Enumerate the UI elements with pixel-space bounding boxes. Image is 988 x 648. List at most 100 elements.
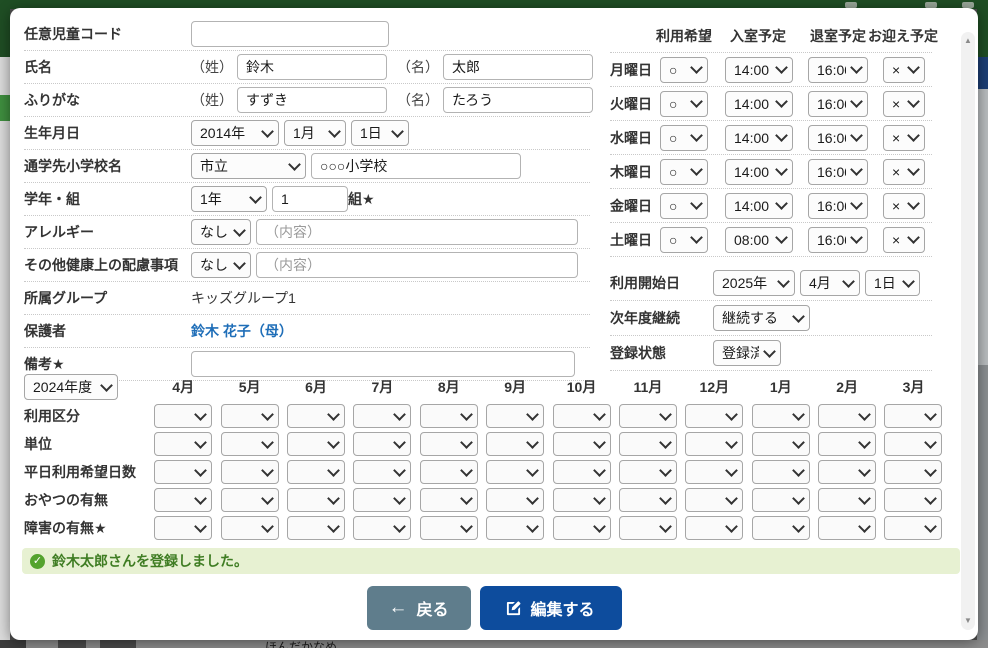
edit-button[interactable]: 編集する: [480, 586, 622, 630]
month-cell-select[interactable]: [154, 488, 212, 512]
class-input[interactable]: [272, 186, 348, 212]
month-cell-select[interactable]: [221, 460, 279, 484]
pickup-select[interactable]: ×: [883, 159, 925, 185]
wish-select[interactable]: ○: [660, 57, 708, 83]
month-cell-select[interactable]: [884, 404, 942, 428]
health-detail-input[interactable]: [256, 252, 578, 278]
month-cell-select[interactable]: [420, 460, 478, 484]
month-cell-select[interactable]: [287, 460, 345, 484]
scroll-down-icon[interactable]: ▼: [961, 617, 975, 625]
month-cell-select[interactable]: [884, 516, 942, 540]
month-cell-select[interactable]: [818, 460, 876, 484]
month-cell-select[interactable]: [420, 516, 478, 540]
month-cell-select[interactable]: [287, 488, 345, 512]
month-cell-select[interactable]: [353, 516, 411, 540]
modal-scrollbar[interactable]: ▲ ▼: [961, 32, 975, 630]
month-cell-select[interactable]: [619, 460, 677, 484]
month-cell-select[interactable]: [752, 460, 810, 484]
leave-time-select[interactable]: 16:00: [808, 57, 868, 83]
back-button[interactable]: ← 戻る: [367, 586, 471, 630]
month-cell-select[interactable]: [752, 516, 810, 540]
month-cell-select[interactable]: [486, 404, 544, 428]
wish-select[interactable]: ○: [660, 159, 708, 185]
wish-select[interactable]: ○: [660, 125, 708, 151]
month-cell-select[interactable]: [353, 432, 411, 456]
month-cell-select[interactable]: [486, 432, 544, 456]
month-cell-select[interactable]: [818, 404, 876, 428]
enter-time-select[interactable]: 14:00: [725, 159, 793, 185]
birth-month-select[interactable]: 1月: [284, 120, 346, 146]
leave-time-select[interactable]: 16:00: [808, 91, 868, 117]
month-cell-select[interactable]: [553, 516, 611, 540]
pickup-select[interactable]: ×: [883, 125, 925, 151]
enter-time-select[interactable]: 14:00: [725, 91, 793, 117]
month-cell-select[interactable]: [486, 516, 544, 540]
leave-time-select[interactable]: 16:00: [808, 193, 868, 219]
enter-time-select[interactable]: 08:00: [725, 227, 793, 253]
month-cell-select[interactable]: [818, 488, 876, 512]
month-cell-select[interactable]: [420, 488, 478, 512]
wish-select[interactable]: ○: [660, 227, 708, 253]
allergy-select[interactable]: なし: [191, 219, 251, 245]
start-year-select[interactable]: 2025年: [713, 270, 795, 296]
leave-time-select[interactable]: 16:00: [808, 227, 868, 253]
month-cell-select[interactable]: [420, 432, 478, 456]
fiscal-year-select[interactable]: 2024年度: [24, 374, 118, 400]
month-cell-select[interactable]: [420, 404, 478, 428]
month-cell-select[interactable]: [553, 460, 611, 484]
start-month-select[interactable]: 4月: [800, 270, 860, 296]
birth-year-select[interactable]: 2014年: [191, 120, 279, 146]
month-cell-select[interactable]: [353, 460, 411, 484]
month-cell-select[interactable]: [154, 516, 212, 540]
month-cell-select[interactable]: [619, 432, 677, 456]
birth-day-select[interactable]: 1日: [351, 120, 409, 146]
month-cell-select[interactable]: [884, 488, 942, 512]
month-cell-select[interactable]: [287, 432, 345, 456]
month-cell-select[interactable]: [685, 488, 743, 512]
month-cell-select[interactable]: [685, 460, 743, 484]
month-cell-select[interactable]: [884, 460, 942, 484]
month-cell-select[interactable]: [154, 404, 212, 428]
status-select[interactable]: 登録済: [713, 340, 781, 366]
furigana-surname-input[interactable]: [237, 87, 387, 113]
month-cell-select[interactable]: [553, 432, 611, 456]
guardian-link[interactable]: 鈴木 花子（母）: [191, 321, 293, 341]
leave-time-select[interactable]: 16:00: [808, 125, 868, 151]
pickup-select[interactable]: ×: [883, 57, 925, 83]
month-cell-select[interactable]: [221, 432, 279, 456]
pickup-select[interactable]: ×: [883, 91, 925, 117]
month-cell-select[interactable]: [287, 516, 345, 540]
month-cell-select[interactable]: [287, 404, 345, 428]
leave-time-select[interactable]: 16:00: [808, 159, 868, 185]
month-cell-select[interactable]: [486, 488, 544, 512]
month-cell-select[interactable]: [353, 488, 411, 512]
givenname-input[interactable]: [443, 54, 593, 80]
wish-select[interactable]: ○: [660, 91, 708, 117]
pickup-select[interactable]: ×: [883, 193, 925, 219]
month-cell-select[interactable]: [619, 516, 677, 540]
start-day-select[interactable]: 1日: [865, 270, 920, 296]
school-name-input[interactable]: [311, 153, 521, 179]
pickup-select[interactable]: ×: [883, 227, 925, 253]
month-cell-select[interactable]: [818, 432, 876, 456]
month-cell-select[interactable]: [752, 432, 810, 456]
month-cell-select[interactable]: [619, 488, 677, 512]
month-cell-select[interactable]: [221, 516, 279, 540]
month-cell-select[interactable]: [752, 404, 810, 428]
month-cell-select[interactable]: [553, 404, 611, 428]
month-cell-select[interactable]: [818, 516, 876, 540]
month-cell-select[interactable]: [221, 488, 279, 512]
month-cell-select[interactable]: [752, 488, 810, 512]
month-cell-select[interactable]: [685, 516, 743, 540]
scroll-up-icon[interactable]: ▲: [961, 37, 975, 45]
month-cell-select[interactable]: [353, 404, 411, 428]
allergy-detail-input[interactable]: [256, 219, 578, 245]
continuation-select[interactable]: 継続する: [713, 305, 810, 331]
child-code-input[interactable]: [191, 21, 389, 47]
school-type-select[interactable]: 市立: [191, 153, 306, 179]
month-cell-select[interactable]: [685, 404, 743, 428]
enter-time-select[interactable]: 14:00: [725, 193, 793, 219]
month-cell-select[interactable]: [685, 432, 743, 456]
grade-year-select[interactable]: 1年: [191, 186, 267, 212]
surname-input[interactable]: [237, 54, 387, 80]
